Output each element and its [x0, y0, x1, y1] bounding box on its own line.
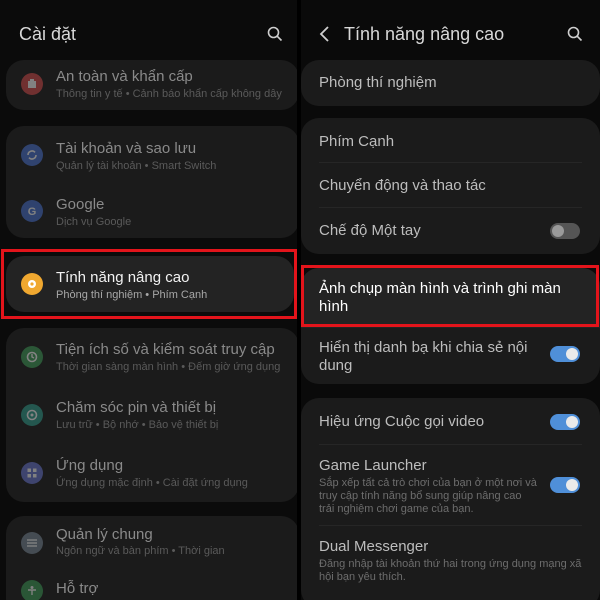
settings-group-safety: An toàn và khẩn cấp Thông tin y tế • Cản…: [6, 60, 297, 110]
settings-group-general: Quản lý chung Ngôn ngữ và bàn phím • Thờ…: [6, 516, 297, 600]
settings-item-apps[interactable]: Ứng dụng Ứng dụng mặc định • Cài đặt ứng…: [6, 444, 297, 502]
game-launcher-item[interactable]: Game Launcher Sắp xếp tất cả trò chơi củ…: [301, 445, 600, 525]
lab-item[interactable]: Phòng thí nghiệm: [319, 74, 437, 91]
one-hand-mode-label: Chế độ Một tay: [319, 222, 421, 239]
video-call-effects-item[interactable]: Hiệu ứng Cuộc gọi video: [301, 398, 600, 444]
page-title: Cài đặt: [19, 24, 77, 44]
settings-item-title: Hỗ trợ: [56, 580, 99, 597]
device-care-icon: [21, 404, 43, 426]
settings-item-subtitle: Thời gian sàng màn hình • Đếm giờ ứng dụ…: [56, 361, 281, 373]
settings-item-title: Tiện ích số và kiểm soát truy cập: [56, 341, 275, 358]
settings-item-title: An toàn và khẩn cấp: [56, 68, 193, 85]
google-icon: G: [21, 200, 43, 222]
emergency-icon: [21, 73, 43, 95]
back-arrow-icon[interactable]: [319, 26, 331, 42]
dual-messenger-desc-line2: hội bạn yêu thích.: [319, 571, 406, 583]
settings-item-subtitle: Lưu trữ • Bộ nhớ • Bảo vệ thiết bị: [56, 419, 219, 431]
controls-card: Phím Cạnh Chuyển động và thao tác Chế độ…: [301, 118, 600, 254]
extras-card: Hiệu ứng Cuộc gọi video Game Launcher Sắ…: [301, 398, 600, 600]
settings-item-safety[interactable]: An toàn và khẩn cấp Thông tin y tế • Cản…: [6, 60, 297, 110]
settings-item-google[interactable]: G Google Dịch vụ Google: [6, 182, 297, 238]
sync-icon: [21, 144, 43, 166]
edge-panel-label: Phím Cạnh: [319, 133, 395, 150]
settings-item-title: Ứng dụng: [56, 457, 124, 474]
settings-group-device: Tiện ích số và kiểm soát truy cập Thời g…: [6, 328, 297, 502]
settings-item-title: Chăm sóc pin và thiết bị: [56, 399, 217, 416]
show-contacts-item[interactable]: Hiển thị danh bạ khi chia sẻ nội dung: [301, 330, 600, 384]
advanced-header: Tính năng nâng cao: [301, 0, 600, 60]
game-launcher-label: Game Launcher: [319, 457, 427, 474]
settings-pane: Cài đặt An toàn và khẩn cấp Thông tin y …: [0, 0, 297, 600]
settings-item-subtitle: Dịch vụ Google: [56, 216, 132, 228]
edge-panel-item[interactable]: Phím Cạnh: [301, 118, 600, 162]
digital-wellbeing-icon: [21, 346, 43, 368]
settings-item-subtitle: Thông tin y tế • Cảnh báo khẩn cấp không…: [56, 88, 282, 100]
settings-item-title: Google: [56, 196, 105, 213]
settings-group-accounts: Tài khoản và sao lưu Quản lý tài khoản •…: [6, 126, 297, 238]
one-hand-mode-item[interactable]: Chế độ Một tay: [301, 208, 600, 254]
one-hand-mode-toggle[interactable]: [550, 223, 580, 239]
apps-icon: [21, 462, 43, 484]
settings-item-accounts[interactable]: Tài khoản và sao lưu Quản lý tài khoản •…: [6, 126, 297, 182]
show-contacts-toggle[interactable]: [550, 346, 580, 362]
accessibility-icon: [21, 580, 43, 600]
svg-text:G: G: [28, 206, 37, 218]
settings-item-subtitle: Quản lý tài khoản • Smart Switch: [56, 160, 217, 172]
search-icon[interactable]: [267, 26, 283, 42]
highlight-box: [301, 265, 599, 327]
sliders-icon: [21, 532, 43, 554]
motions-item[interactable]: Chuyển động và thao tác: [301, 163, 600, 207]
settings-item-general-management[interactable]: Quản lý chung Ngôn ngữ và bàn phím • Thờ…: [6, 516, 297, 570]
game-launcher-desc-line3: trải nghiệm chơi game của bạn.: [319, 503, 474, 515]
settings-item-title: Quản lý chung: [56, 526, 153, 543]
settings-item-digital-wellbeing[interactable]: Tiện ích số và kiểm soát truy cập Thời g…: [6, 328, 297, 386]
dual-messenger-desc-line1: Đăng nhập tài khoản thứ hai trong ứng dụ…: [319, 558, 582, 570]
game-launcher-desc-line2: truy cập tính năng bổ sung giúp nâng cao: [319, 490, 522, 502]
show-contacts-label-line2: dung: [319, 357, 353, 374]
show-contacts-label-line1: Hiển thị danh bạ khi chia sẻ nội: [319, 339, 528, 356]
settings-header: Cài đặt: [0, 0, 297, 60]
highlight-box: [1, 249, 297, 319]
dual-messenger-label: Dual Messenger: [319, 538, 429, 555]
motions-label: Chuyển động và thao tác: [319, 177, 486, 194]
settings-item-title: Tài khoản và sao lưu: [56, 140, 197, 157]
search-icon[interactable]: [567, 26, 583, 42]
settings-item-accessibility[interactable]: Hỗ trợ: [6, 570, 297, 600]
settings-item-subtitle: Ngôn ngữ và bàn phím • Thời gian: [56, 545, 225, 557]
settings-item-device-care[interactable]: Chăm sóc pin và thiết bị Lưu trữ • Bộ nh…: [6, 386, 297, 444]
dual-messenger-item[interactable]: Dual Messenger Đăng nhập tài khoản thứ h…: [301, 526, 600, 600]
page-title: Tính năng nâng cao: [344, 24, 505, 44]
settings-item-subtitle: Ứng dụng mặc định • Cài đặt ứng dụng: [56, 477, 248, 489]
game-launcher-toggle[interactable]: [550, 477, 580, 493]
advanced-features-pane: Tính năng nâng cao Phòng thí nghiệm Phím…: [301, 0, 600, 600]
game-launcher-desc-line1: Sắp xếp tất cả trò chơi của bạn ở một nơ…: [319, 477, 537, 489]
video-call-effects-label: Hiệu ứng Cuộc gọi video: [319, 413, 485, 430]
video-call-effects-toggle[interactable]: [550, 414, 580, 430]
lab-card: Phòng thí nghiệm: [301, 60, 600, 106]
